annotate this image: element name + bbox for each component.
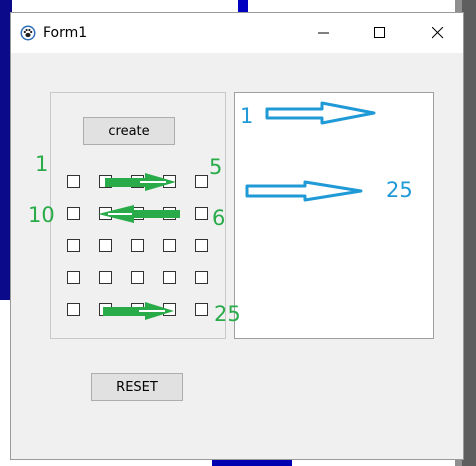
form-window: Form1 create RESET <box>10 12 464 460</box>
output-annotation-1: 1 <box>240 104 254 128</box>
checkbox[interactable] <box>163 303 176 316</box>
checkbox[interactable] <box>195 175 208 188</box>
annotation-label-6: 6 <box>212 206 226 230</box>
checkbox[interactable] <box>195 271 208 284</box>
maximize-icon <box>374 27 385 38</box>
checkbox[interactable] <box>67 271 80 284</box>
checkbox[interactable] <box>195 239 208 252</box>
checkbox[interactable] <box>99 303 112 316</box>
output-panel <box>234 92 434 339</box>
app-paw-icon[interactable] <box>20 25 36 41</box>
checkbox[interactable] <box>67 175 80 188</box>
checkbox[interactable] <box>99 175 112 188</box>
close-button[interactable] <box>415 13 461 53</box>
annotation-label-25: 25 <box>214 302 241 326</box>
checkbox[interactable] <box>163 271 176 284</box>
checkbox[interactable] <box>195 303 208 316</box>
checkbox[interactable] <box>131 271 144 284</box>
output-annotation-25: 25 <box>386 178 413 202</box>
annotation-label-10: 10 <box>28 203 55 227</box>
title-bar[interactable]: Form1 <box>11 13 463 53</box>
desktop-background-blue-corner <box>238 0 248 12</box>
window-title: Form1 <box>43 25 88 41</box>
minimize-button[interactable] <box>301 13 347 53</box>
create-button[interactable]: create <box>83 117 175 145</box>
checkbox[interactable] <box>67 303 80 316</box>
checkbox[interactable] <box>99 239 112 252</box>
desktop-background-dark-strip <box>462 0 476 466</box>
checkbox[interactable] <box>163 239 176 252</box>
checkbox[interactable] <box>131 303 144 316</box>
checkbox[interactable] <box>131 175 144 188</box>
checkbox[interactable] <box>131 239 144 252</box>
checkbox[interactable] <box>131 207 144 220</box>
checkbox[interactable] <box>163 175 176 188</box>
checkbox[interactable] <box>67 207 80 220</box>
checkbox[interactable] <box>163 207 176 220</box>
checkbox[interactable] <box>67 239 80 252</box>
minimize-icon <box>318 32 329 34</box>
checkbox[interactable] <box>99 207 112 220</box>
close-icon <box>432 27 444 39</box>
checkbox[interactable] <box>99 271 112 284</box>
reset-button[interactable]: RESET <box>91 373 183 401</box>
annotation-label-5: 5 <box>209 155 223 179</box>
annotation-label-1: 1 <box>35 152 49 176</box>
checkbox[interactable] <box>195 207 208 220</box>
maximize-button[interactable] <box>357 13 403 53</box>
